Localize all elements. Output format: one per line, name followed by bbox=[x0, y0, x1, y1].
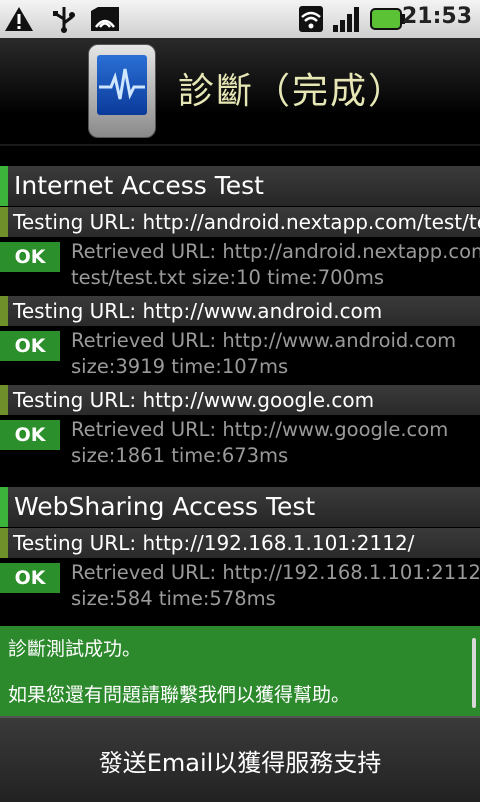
wifi-icon bbox=[299, 6, 323, 32]
test-result-row: OK Retrieved URL: http://192.168.1.101:2… bbox=[0, 558, 480, 616]
summary-panel: 診斷測試成功。 如果您還有問題請聯繫我們以獲得幫助。 bbox=[0, 626, 480, 716]
result-line: Retrieved URL: http://www.android.com bbox=[71, 329, 457, 352]
phone-diagnostic-icon bbox=[88, 44, 156, 138]
status-clock: 21:53 bbox=[401, 4, 472, 29]
sd-card-icon bbox=[91, 7, 119, 31]
ok-status-badge: OK bbox=[0, 242, 60, 272]
ok-status-badge: OK bbox=[0, 420, 60, 450]
test-url-header: Testing URL: http://www.google.com bbox=[0, 385, 480, 415]
summary-help-text: 如果您還有問題請聯繫我們以獲得幫助。 bbox=[8, 684, 351, 706]
result-line: size:1861 time:673ms bbox=[71, 444, 289, 467]
summary-success-text: 診斷測試成功。 bbox=[8, 638, 142, 660]
test-result-row: OK Retrieved URL: http://www.google.com … bbox=[0, 415, 480, 473]
header-divider bbox=[0, 144, 480, 146]
send-email-support-button[interactable]: 發送Email以獲得服務支持 bbox=[0, 716, 480, 802]
test-url-header: Testing URL: http://android.nextapp.com/… bbox=[0, 207, 480, 237]
test-result-row: OK Retrieved URL: http://android.nextapp… bbox=[0, 237, 480, 295]
ok-status-badge: OK bbox=[0, 563, 60, 593]
screen-header: 診斷（完成） bbox=[0, 38, 480, 148]
result-line: size:3919 time:107ms bbox=[71, 355, 289, 378]
usb-icon bbox=[53, 7, 75, 33]
result-text: Retrieved URL: http://www.android.com si… bbox=[71, 328, 480, 380]
status-bar: 21:53 bbox=[0, 0, 480, 38]
section-header: Internet Access Test bbox=[0, 166, 480, 206]
test-url-header: Testing URL: http://www.android.com bbox=[0, 296, 480, 326]
page-title: 診斷（完成） bbox=[178, 71, 407, 112]
result-line: Retrieved URL: http://android.nextapp.co… bbox=[71, 240, 480, 263]
signal-icon bbox=[333, 7, 359, 32]
section-header: WebSharing Access Test bbox=[0, 487, 480, 527]
warning-icon bbox=[5, 7, 33, 31]
test-url-header: Testing URL: http://192.168.1.101:2112/ bbox=[0, 528, 480, 558]
result-text: Retrieved URL: http://192.168.1.101:2112… bbox=[71, 560, 480, 612]
results-list[interactable]: Internet Access Test Testing URL: http:/… bbox=[0, 166, 480, 616]
test-result-row: OK Retrieved URL: http://www.android.com… bbox=[0, 326, 480, 384]
result-line: size:584 time:578ms bbox=[71, 587, 276, 610]
result-line: Retrieved URL: http://192.168.1.101:2112… bbox=[71, 561, 480, 584]
scrollbar[interactable] bbox=[472, 638, 476, 708]
ok-status-badge: OK bbox=[0, 331, 60, 361]
result-line: test/test.txt size:10 time:700ms bbox=[71, 266, 385, 289]
result-text: Retrieved URL: http://android.nextapp.co… bbox=[71, 239, 480, 291]
result-line: Retrieved URL: http://www.google.com bbox=[71, 418, 449, 441]
battery-icon bbox=[370, 8, 405, 30]
result-text: Retrieved URL: http://www.google.com siz… bbox=[71, 417, 480, 469]
